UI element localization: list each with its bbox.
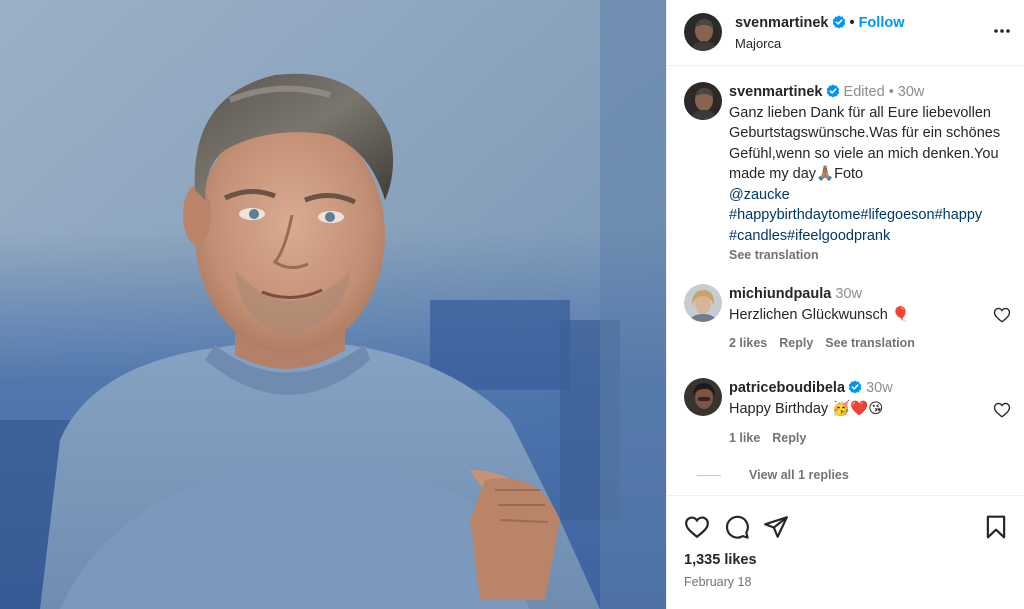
caption-username[interactable]: svenmartinek [729,84,823,100]
comment-likes[interactable]: 2 likes [729,336,767,350]
comment-like-heart-icon[interactable] [993,401,1011,419]
post-date[interactable]: February 18 [684,575,751,589]
comment-text: Herzlichen Glückwunsch [729,307,888,323]
author-username[interactable]: svenmartinek [735,15,829,31]
replies-divider [697,474,721,476]
comment-icon[interactable] [724,514,750,540]
comment-avatar[interactable] [684,378,722,416]
comment-emoji: 🥳❤️😘 [832,401,884,417]
heart-icon[interactable] [684,514,710,540]
view-replies-button[interactable]: View all 1 replies [697,468,849,482]
post-photo[interactable] [0,0,666,609]
verified-icon [848,380,862,394]
post-side-panel: svenmartinek • Follow Majorca svenmartinek… [666,0,1024,609]
comment-username[interactable]: patriceboudibela [729,380,845,396]
comment-reply-button[interactable]: Reply [772,431,806,445]
comment-likes[interactable]: 1 like [729,431,760,445]
likes-count[interactable]: 1,335 likes [684,552,757,568]
comment-username[interactable]: michiundpaula [729,286,831,302]
verified-icon [832,15,845,29]
caption-emoji: 🙏🏽 [816,166,835,182]
caption-see-translation[interactable]: See translation [729,246,1019,264]
follow-button[interactable]: Follow [859,15,905,31]
post-location[interactable]: Majorca [735,36,781,51]
caption-hashtags-2[interactable]: #candles#ifeelgoodprank [729,228,890,244]
caption-hashtags-1[interactable]: #happybirthdaytome#lifegoeson#happy [729,207,982,223]
caption-avatar[interactable] [684,82,722,120]
caption-edited: Edited [843,84,885,100]
portrait-image [0,0,666,609]
post-dialog: svenmartinek • Follow Majorca svenmartinek… [0,0,1024,609]
comment-meta: 1 like Reply [729,431,818,445]
bookmark-icon[interactable] [983,514,1009,540]
caption-mention[interactable]: @zaucke [729,187,790,203]
comment-text: Happy Birthday [729,401,829,417]
comment-meta: 2 likes Reply See translation [729,336,927,350]
post-header: svenmartinek • Follow Majorca [667,0,1024,66]
header-separator: • [849,15,855,31]
share-icon[interactable] [763,514,789,540]
view-replies-label: View all 1 replies [749,468,849,482]
more-icon[interactable] [993,22,1011,40]
comment-avatar[interactable] [684,284,722,322]
comment-age[interactable]: 30w [835,286,862,302]
caption-text-block: svenmartinek Edited • 30w Ganz lieben Da… [729,82,1019,264]
author-avatar[interactable] [684,13,722,51]
verified-icon [826,84,839,98]
comment-emoji: 🎈 [891,307,910,323]
comment-like-heart-icon[interactable] [993,306,1011,324]
comment-see-translation[interactable]: See translation [825,336,915,350]
comment-reply-button[interactable]: Reply [779,336,813,350]
action-bar [667,514,1024,540]
post-footer: 1,335 likes February 18 [667,495,1024,609]
caption-age[interactable]: 30w [898,84,925,100]
caption-separator: • [888,84,894,100]
caption-text-foto: Foto [834,166,864,182]
caption-text: Ganz lieben Dank für all Eure liebevolle… [729,104,1001,183]
comment-age[interactable]: 30w [866,380,893,396]
